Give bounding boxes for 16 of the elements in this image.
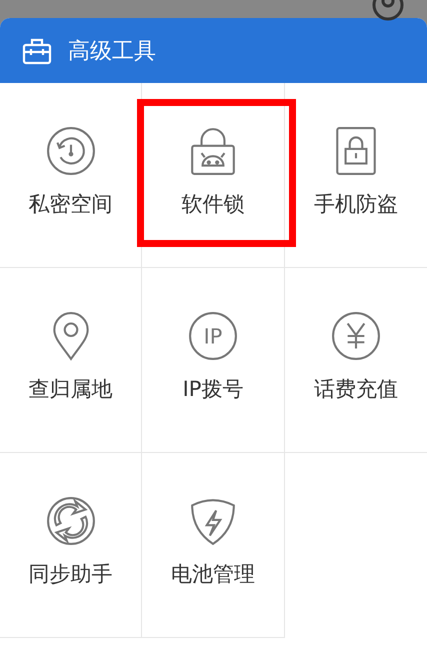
tool-label: IP拨号 [182, 376, 244, 403]
yen-circle-icon [331, 311, 381, 361]
ip-circle-icon: IP [188, 311, 238, 361]
lock-robot-icon [188, 126, 238, 176]
sync-arrows-icon [46, 496, 96, 546]
tool-label: 话费充值 [314, 376, 398, 403]
tool-label: 查归属地 [28, 376, 112, 403]
tool-label: 同步助手 [28, 561, 112, 588]
toolbox-icon [22, 36, 52, 64]
shield-bolt-icon [188, 496, 238, 546]
tool-label: 手机防盗 [314, 191, 398, 218]
tool-label: 电池管理 [171, 561, 255, 588]
clock-circle-icon [46, 126, 96, 176]
panel-title: 高级工具 [68, 38, 156, 66]
tool-label: 私密空间 [28, 191, 112, 218]
tool-label: 软件锁 [182, 191, 244, 218]
